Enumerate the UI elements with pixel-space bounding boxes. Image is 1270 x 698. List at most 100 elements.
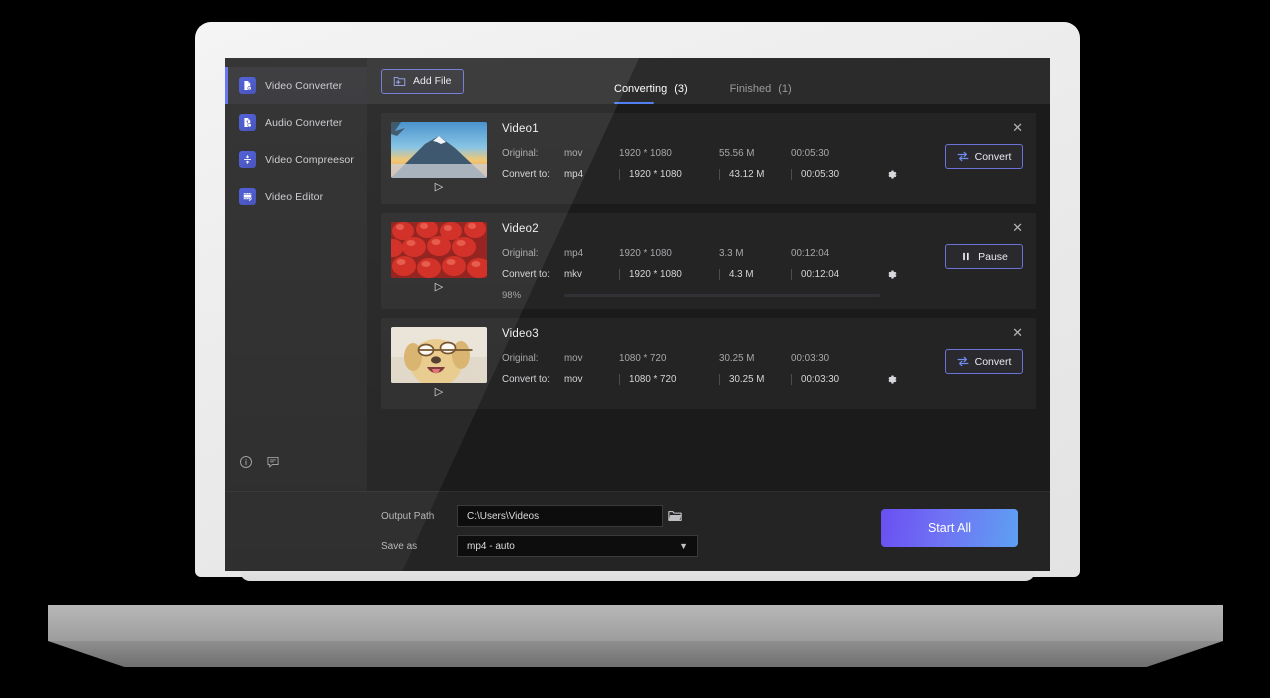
app-body: Video Converter Audio Converter Video Co… [225,58,1050,491]
play-icon[interactable]: ▷ [391,385,487,400]
video-converter-icon [239,77,256,94]
progress-bar [564,294,880,297]
target-size: 30.25 M [719,374,791,385]
tab-converting[interactable]: Converting (3) [614,83,688,104]
sidebar-item-audio-converter[interactable]: Audio Converter [225,104,367,141]
target-format[interactable]: mkv [564,269,619,280]
target-format[interactable]: mov [564,374,619,385]
tab-finished-label: Finished [729,83,772,95]
save-as-value: mp4 - auto [467,540,515,552]
save-as-label: Save as [381,540,418,552]
tab-finished-count: (1) [778,83,792,95]
target-size: 43.12 M [719,169,791,180]
feedback-icon[interactable] [266,455,280,469]
original-size: 3.3 M [719,248,744,259]
sidebar-item-label: Video Converter [265,79,343,92]
main-panel: Add File Converting (3) Finished (1) ▷ V… [367,58,1050,491]
target-resolution[interactable]: 1080 * 720 [619,374,719,385]
original-size: 30.25 M [719,353,755,364]
convert-swap-icon [957,356,969,367]
sidebar-item-video-compressor[interactable]: Video Compreesor [225,141,367,178]
play-icon[interactable]: ▷ [391,180,487,195]
sidebar-item-video-editor[interactable]: Video Editor [225,178,367,215]
target-duration: 00:12:04 [791,269,881,280]
tab-bar: Converting (3) Finished (1) [614,83,792,104]
close-icon[interactable]: ✕ [1012,221,1023,234]
thumbnail-wrap: ▷ [391,327,487,400]
target-duration: 00:05:30 [791,169,881,180]
progress-row: 98% [502,287,1036,304]
audio-converter-icon [239,114,256,131]
target-duration: 00:03:30 [791,374,881,385]
pause-icon [960,251,972,262]
card-actions: ✕ Pause [943,221,1023,269]
video-compressor-icon [239,151,256,168]
folder-browse-icon[interactable] [664,505,686,527]
close-icon[interactable]: ✕ [1012,121,1023,134]
top-toolbar: Add File Converting (3) Finished (1) [367,58,1050,104]
add-file-label: Add File [413,75,452,87]
sidebar-item-label: Video Compreesor [265,153,354,166]
laptop-mockup-scene: Video Converter Audio Converter Video Co… [0,0,1270,698]
output-path-input[interactable]: C:\Users\Videos [457,505,663,527]
target-resolution[interactable]: 1920 * 1080 [619,169,719,180]
pause-button[interactable]: Pause [945,244,1023,269]
settings-gear-icon[interactable] [885,268,898,281]
original-format: mp4 [564,248,584,259]
original-label: Original: [502,248,539,259]
tab-converting-count: (3) [674,83,688,95]
file-card[interactable]: ▷ Video2 Original: mp4 1920 * 1080 3.3 M… [381,213,1036,309]
thumbnail-wrap: ▷ [391,122,487,195]
play-icon[interactable]: ▷ [391,280,487,295]
original-resolution: 1920 * 1080 [619,248,672,259]
tab-finished[interactable]: Finished (1) [730,83,792,104]
convert-button-label: Convert [974,150,1012,163]
strawberries-thumbnail [391,222,487,278]
convert-swap-icon [957,151,969,162]
start-all-label: Start All [927,521,972,535]
settings-gear-icon[interactable] [885,373,898,386]
convert-button[interactable]: Convert [945,144,1023,169]
file-card[interactable]: ▷ Video3 Original: mov 1080 * 720 30.25 … [381,318,1036,409]
original-size: 55.56 M [719,148,755,159]
original-format: mov [564,353,583,364]
convert-to-label: Convert to: [502,169,550,180]
laptop-base-front-edge [48,641,1223,667]
output-settings-panel: Output Path C:\Users\Videos Save as mp4 … [225,491,1050,571]
sidebar-item-video-converter[interactable]: Video Converter [225,67,367,104]
video-editor-icon [239,188,256,205]
card-actions: ✕ Convert [943,121,1023,169]
original-format: mov [564,148,583,159]
convert-button-label: Convert [974,355,1012,368]
add-file-button[interactable]: Add File [381,68,464,94]
progress-percent-label: 98% [502,290,522,301]
dog-with-glasses-thumbnail [391,327,487,383]
original-duration: 00:05:30 [791,148,830,159]
file-list: ▷ Video1 Original: mov 1920 * 1080 55.56… [367,104,1050,491]
output-path-label: Output Path [381,510,435,522]
info-icon[interactable] [239,455,253,469]
mountain-sunset-thumbnail [391,122,487,178]
start-all-button[interactable]: Start All [881,509,1018,547]
laptop-base [48,605,1223,641]
thumbnail-wrap: ▷ [391,222,487,304]
sidebar: Video Converter Audio Converter Video Co… [225,58,367,491]
pause-button-label: Pause [978,250,1008,263]
convert-to-label: Convert to: [502,374,550,385]
close-icon[interactable]: ✕ [1012,326,1023,339]
original-duration: 00:03:30 [791,353,830,364]
sidebar-bottom-actions [225,455,367,491]
tab-converting-label: Converting [614,83,668,95]
sidebar-item-label: Audio Converter [265,116,343,129]
target-format[interactable]: mp4 [564,169,619,180]
convert-to-label: Convert to: [502,269,550,280]
app-window: Video Converter Audio Converter Video Co… [225,58,1050,571]
original-resolution: 1920 * 1080 [619,148,672,159]
original-label: Original: [502,353,539,364]
convert-button[interactable]: Convert [945,349,1023,374]
save-as-select[interactable]: mp4 - auto ▼ [457,535,698,557]
sidebar-item-label: Video Editor [265,190,324,203]
settings-gear-icon[interactable] [885,168,898,181]
target-resolution[interactable]: 1920 * 1080 [619,269,719,280]
file-card[interactable]: ▷ Video1 Original: mov 1920 * 1080 55.56… [381,113,1036,204]
